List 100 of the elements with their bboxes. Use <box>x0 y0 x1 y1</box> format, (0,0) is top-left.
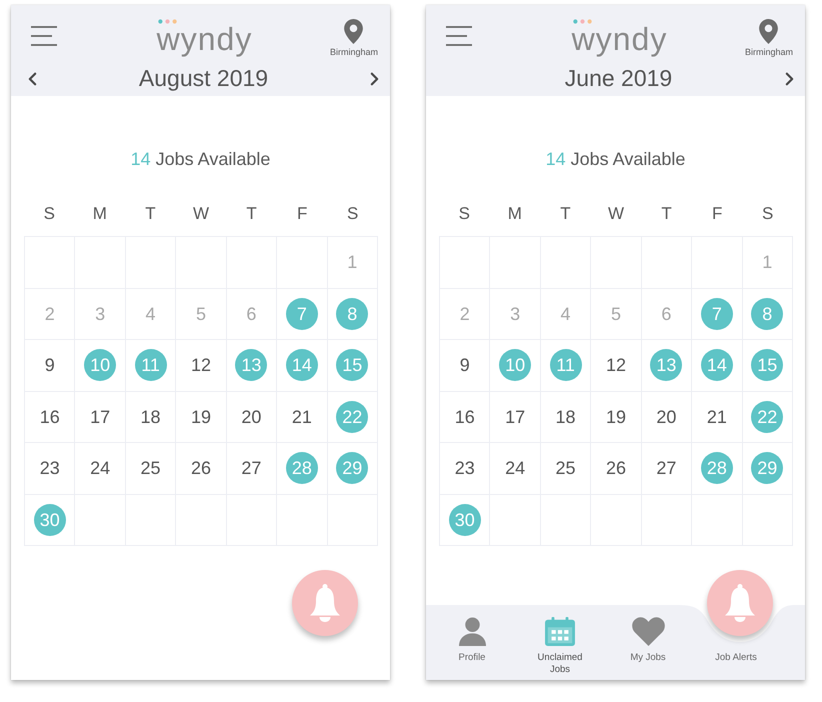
nav-tab[interactable]: Profile <box>458 617 486 676</box>
jobs-label: Jobs Available <box>156 148 270 170</box>
weekday-label: F <box>296 203 308 225</box>
day-number[interactable]: 23 <box>454 457 475 480</box>
menu-icon[interactable] <box>31 26 57 46</box>
weekday-label: T <box>246 203 257 225</box>
highlighted-day[interactable]: 14 <box>286 349 318 382</box>
highlighted-day[interactable]: 29 <box>751 452 784 484</box>
weekday-label: S <box>44 203 55 225</box>
chevron-right-icon[interactable] <box>370 72 379 86</box>
day-number[interactable]: 12 <box>190 354 211 376</box>
month-title: August 2019 <box>138 65 268 92</box>
day-number[interactable]: 26 <box>606 457 626 480</box>
day-number[interactable]: 6 <box>246 302 256 325</box>
day-number[interactable]: 17 <box>90 406 110 428</box>
location-label: Birmingham <box>330 47 378 57</box>
highlighted-day[interactable]: 7 <box>700 298 733 330</box>
day-number[interactable]: 9 <box>44 354 55 376</box>
jobs-count: 14 <box>130 148 151 170</box>
logo-dots-icon <box>158 18 177 24</box>
bell-icon <box>725 584 755 622</box>
jobs-label: Jobs Available <box>570 148 686 170</box>
menu-icon[interactable] <box>446 26 472 46</box>
day-number[interactable]: 4 <box>560 302 571 325</box>
highlighted-day[interactable]: 13 <box>235 349 268 382</box>
day-number[interactable]: 21 <box>706 406 727 428</box>
highlighted-day[interactable]: 11 <box>550 349 582 382</box>
chevron-left-icon[interactable] <box>28 72 37 86</box>
day-number[interactable]: 23 <box>40 457 60 480</box>
weekday-label: S <box>458 203 470 225</box>
highlighted-day[interactable]: 7 <box>286 298 318 330</box>
day-number[interactable]: 3 <box>510 302 520 325</box>
highlighted-day[interactable]: 10 <box>499 349 532 382</box>
location-pin-icon[interactable] <box>759 19 778 44</box>
bell-icon <box>310 584 340 622</box>
nav-tab[interactable]: Unclaimed Jobs <box>532 617 588 676</box>
highlighted-day[interactable]: 30 <box>448 504 481 536</box>
day-number[interactable]: 24 <box>90 457 110 480</box>
weekday-label: W <box>192 203 210 225</box>
month-title: June 2019 <box>564 65 672 92</box>
day-number[interactable]: 12 <box>606 354 626 376</box>
day-number[interactable]: 9 <box>460 354 470 376</box>
day-number[interactable]: 24 <box>505 457 526 480</box>
day-number[interactable]: 16 <box>40 406 60 428</box>
highlighted-day[interactable]: 8 <box>751 298 784 330</box>
person-icon <box>458 617 486 646</box>
day-number[interactable]: 1 <box>347 251 358 274</box>
highlighted-day[interactable]: 8 <box>336 298 368 330</box>
day-number[interactable]: 18 <box>556 406 576 428</box>
weekday-label: F <box>712 203 722 225</box>
logo-dots-icon <box>572 18 592 24</box>
location-label: Birmingham <box>744 47 793 57</box>
day-number[interactable]: 18 <box>140 406 161 428</box>
heart-icon <box>632 617 664 646</box>
highlighted-day[interactable]: 22 <box>751 400 784 433</box>
day-number[interactable]: 4 <box>146 302 156 325</box>
highlighted-day[interactable]: 15 <box>751 349 784 382</box>
day-number[interactable]: 5 <box>196 302 206 325</box>
day-number[interactable]: 20 <box>241 406 262 428</box>
highlighted-day[interactable]: 22 <box>336 400 368 433</box>
highlighted-day[interactable]: 28 <box>286 452 318 484</box>
day-number[interactable]: 19 <box>190 406 211 428</box>
highlighted-day[interactable]: 30 <box>34 504 66 536</box>
weekday-label: S <box>347 203 358 225</box>
highlighted-day[interactable]: 11 <box>134 349 167 382</box>
day-number[interactable]: 17 <box>505 406 526 428</box>
highlighted-day[interactable]: 14 <box>700 349 733 382</box>
day-number[interactable]: 27 <box>656 457 676 480</box>
day-number[interactable]: 26 <box>190 457 211 480</box>
weekday-label: W <box>608 203 624 225</box>
day-number[interactable]: 25 <box>556 457 576 480</box>
nav-tab[interactable]: Job Alerts <box>715 652 757 676</box>
day-number[interactable]: 3 <box>95 302 106 325</box>
weekday-label: T <box>560 203 571 225</box>
day-number[interactable]: 27 <box>241 457 262 480</box>
calendar-icon <box>545 617 575 646</box>
day-number[interactable]: 20 <box>656 406 676 428</box>
weekday-label: M <box>92 203 107 225</box>
day-number[interactable]: 2 <box>460 302 470 325</box>
weekday-label: T <box>145 203 156 225</box>
day-number[interactable]: 25 <box>140 457 161 480</box>
location-pin-icon[interactable] <box>344 19 364 44</box>
day-number[interactable]: 6 <box>661 302 672 325</box>
highlighted-day[interactable]: 15 <box>336 349 368 382</box>
highlighted-day[interactable]: 13 <box>650 349 682 382</box>
weekday-label: S <box>762 203 774 225</box>
weekday-label: T <box>661 203 672 225</box>
day-number[interactable]: 2 <box>44 302 55 325</box>
highlighted-day[interactable]: 10 <box>84 349 116 382</box>
jobs-count: 14 <box>546 148 566 170</box>
day-number[interactable]: 1 <box>762 251 772 274</box>
day-number[interactable]: 16 <box>454 406 475 428</box>
day-number[interactable]: 19 <box>606 406 626 428</box>
day-number[interactable]: 21 <box>292 406 312 428</box>
weekday-label: M <box>508 203 522 225</box>
chevron-right-icon[interactable] <box>785 72 794 86</box>
day-number[interactable]: 5 <box>610 302 621 325</box>
highlighted-day[interactable]: 29 <box>336 452 368 484</box>
nav-tab[interactable]: My Jobs <box>630 617 666 676</box>
highlighted-day[interactable]: 28 <box>700 452 733 484</box>
